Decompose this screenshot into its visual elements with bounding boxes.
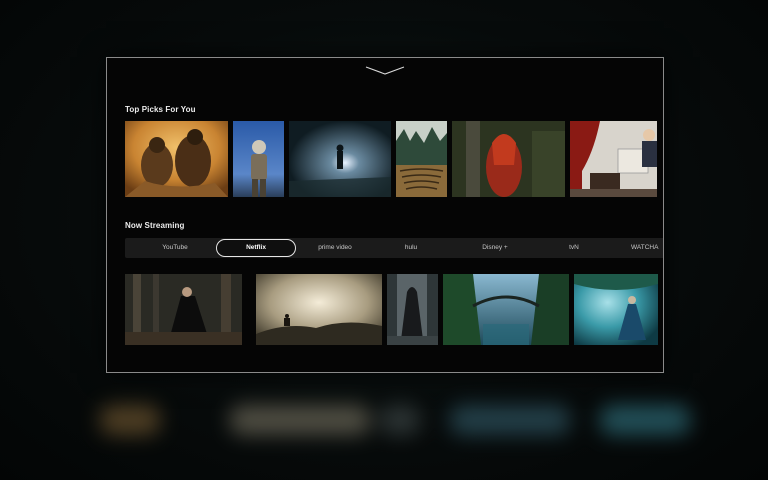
tab-youtube[interactable]: YouTube	[145, 239, 205, 257]
tv-screen: Top Picks For You Now Streaming YouTube …	[106, 57, 664, 373]
tab-tvn[interactable]: tvN	[553, 239, 595, 257]
streaming-card[interactable]	[574, 274, 658, 345]
tab-watcha[interactable]: WATCHA	[631, 239, 663, 257]
top-pick-card[interactable]	[125, 121, 228, 197]
top-picks-title: Top Picks For You	[125, 105, 196, 114]
top-pick-card[interactable]	[570, 121, 657, 197]
collapse-button[interactable]	[363, 64, 407, 78]
streaming-card[interactable]	[256, 274, 382, 345]
tab-netflix[interactable]: Netflix	[216, 239, 296, 257]
streaming-card[interactable]	[443, 274, 569, 345]
tab-prime-video[interactable]: prime video	[305, 239, 365, 257]
top-pick-card[interactable]	[396, 121, 447, 197]
tab-disney-plus[interactable]: Disney +	[463, 239, 527, 257]
top-pick-card[interactable]	[233, 121, 284, 197]
chevron-down-icon	[365, 66, 405, 75]
tab-hulu[interactable]: hulu	[387, 239, 435, 257]
streaming-card[interactable]	[125, 274, 242, 345]
streaming-card[interactable]	[387, 274, 438, 345]
top-pick-card[interactable]	[289, 121, 391, 197]
now-streaming-title: Now Streaming	[125, 221, 185, 230]
screen-reflection	[90, 395, 690, 450]
top-pick-card[interactable]	[452, 121, 565, 197]
streaming-service-tabs: YouTube Netflix prime video hulu Disney …	[125, 238, 663, 258]
